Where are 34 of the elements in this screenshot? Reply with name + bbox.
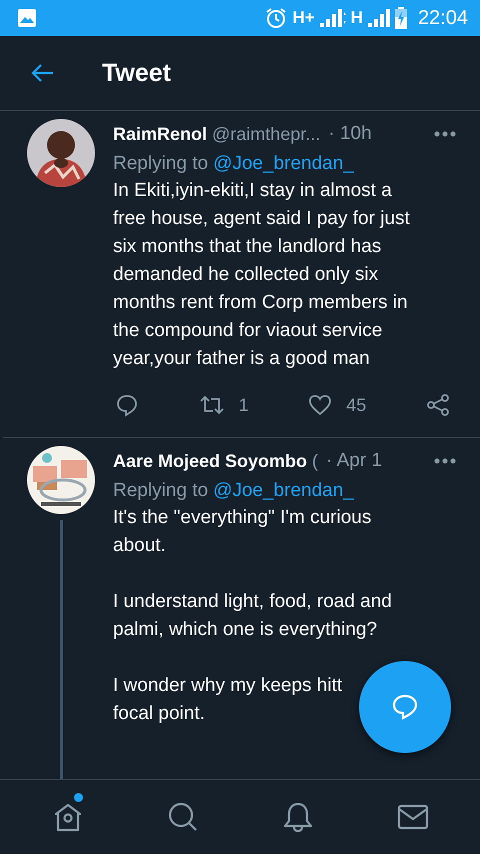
replying-to-label: Replying to	[113, 153, 208, 174]
bell-icon[interactable]	[282, 801, 314, 833]
image-icon	[17, 8, 37, 28]
heart-icon[interactable]	[308, 393, 332, 417]
signal-icon	[320, 9, 346, 27]
like-count: 45	[346, 394, 366, 416]
display-name[interactable]: Aare Mojeed Soyombo	[113, 450, 308, 472]
network-type: H	[350, 8, 363, 28]
retweet-icon[interactable]	[198, 393, 225, 417]
tweet-text: I wonder why my keeps hitt focal point.	[113, 674, 342, 726]
share-icon[interactable]	[426, 393, 450, 417]
alarm-icon	[265, 7, 288, 29]
search-icon[interactable]	[166, 801, 198, 833]
retweet-count: 1	[238, 394, 249, 416]
tweet-text: In Ekiti,iyin-ekiti,I stay in almost a free house, agent said I pay for just six months that the landlord has demanded he collected only six months rent from Corp members in the compound for viaout service year,your father is a good man	[113, 179, 410, 371]
tweet-text: I understand light, food, road and palmi, which one is everything?	[113, 590, 392, 642]
username[interactable]: (	[312, 450, 318, 472]
more-icon[interactable]	[434, 458, 456, 464]
more-icon[interactable]	[434, 131, 456, 137]
tweet-time: · 10h	[328, 123, 372, 145]
replying-to-label: Replying to	[113, 480, 208, 501]
clock-time: 22:04	[418, 6, 468, 30]
signal-icon	[368, 9, 390, 27]
mention-link[interactable]: @Joe_brendan_	[213, 153, 354, 174]
username[interactable]: @raimthepr...	[212, 124, 320, 144]
tweet-time: · Apr 1	[326, 450, 382, 472]
page-title: Tweet	[102, 58, 171, 88]
network-type: H+	[292, 8, 315, 28]
battery-icon	[394, 7, 407, 29]
speech-bubble-icon	[391, 693, 419, 721]
reply-icon[interactable]	[115, 393, 139, 417]
tweet-text: It's the "everything" I'm curious about.	[113, 506, 372, 558]
mention-link[interactable]: @Joe_brendan_	[213, 480, 354, 501]
display-name[interactable]: RaimRenol	[113, 124, 208, 144]
